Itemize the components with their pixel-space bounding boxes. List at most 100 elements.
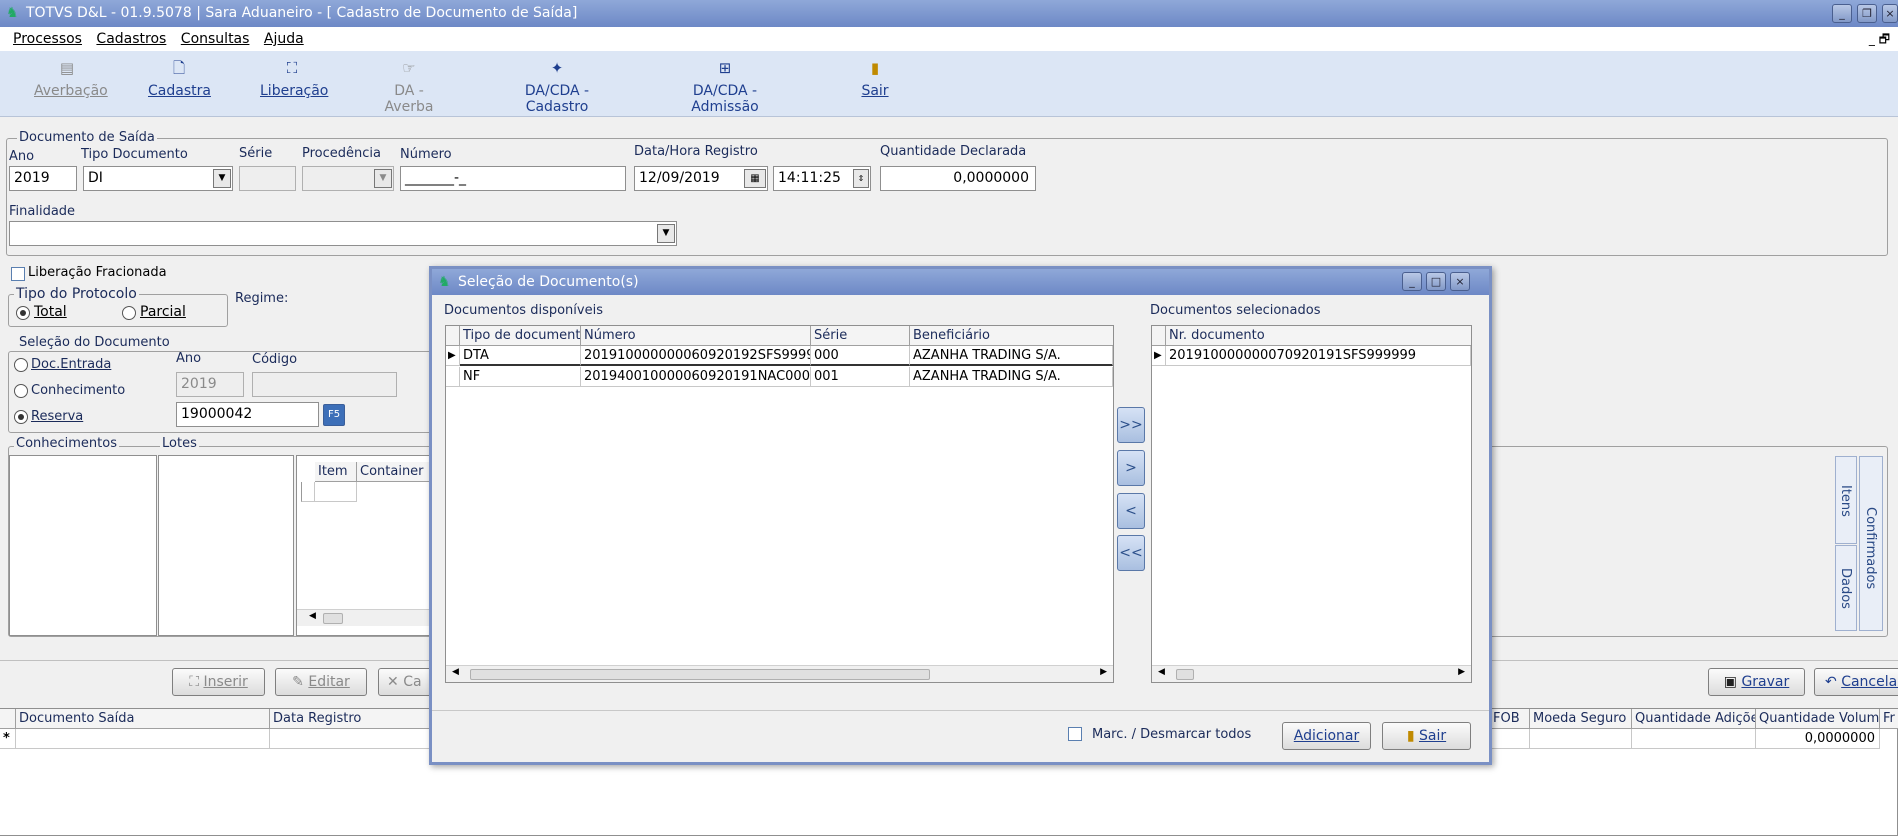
liberacao-fracionada-checkbox[interactable] [11, 267, 25, 281]
selected-row-cell[interactable]: 201910000000070920191SFS999999 [1166, 346, 1471, 366]
menu-ajuda[interactable]: Ajuda [264, 31, 304, 47]
inserir-button[interactable]: ⛶ Inserir [172, 668, 265, 696]
documentos-disponiveis-grid[interactable]: Tipo de documento Número Série Beneficiá… [445, 325, 1114, 683]
fr-header[interactable]: Fr [1880, 709, 1898, 729]
tipo-documento-select[interactable]: DI ▼ [83, 166, 233, 191]
moeda-seguro-cell[interactable] [1530, 729, 1632, 749]
move-all-left-button[interactable]: << [1117, 535, 1145, 571]
tab-confirmados[interactable]: Confirmados [1859, 456, 1883, 631]
menu-cadastros[interactable]: Cadastros [96, 31, 166, 47]
nr-documento-header[interactable]: Nr. documento [1166, 326, 1471, 346]
scroll-thumb[interactable] [1176, 669, 1194, 680]
dialog-minimize-button[interactable]: _ [1402, 272, 1422, 291]
fob-cell[interactable] [1490, 729, 1530, 749]
dacda-admissao-button[interactable]: ⊞ DA/CDA - Admissão [664, 59, 786, 115]
averbacao-button[interactable]: ▤ Averbação [34, 59, 108, 99]
restore-button[interactable]: ❐ [1857, 4, 1877, 23]
total-radio[interactable] [16, 306, 30, 320]
table-row-cell[interactable]: NF [460, 367, 581, 387]
scroll-thumb[interactable] [323, 613, 343, 624]
horizontal-scrollbar[interactable]: ◀ [297, 609, 435, 626]
data-registro-cell[interactable] [270, 729, 430, 749]
quantidade-declarada-input[interactable]: 0,0000000 [880, 166, 1036, 191]
codigo-input[interactable] [252, 372, 397, 397]
selecao-ano-input[interactable]: 2019 [176, 372, 244, 397]
close-button[interactable]: × [1882, 4, 1898, 23]
da-averba-button[interactable]: ☞ DA - Averba [369, 59, 449, 115]
move-all-right-button[interactable]: >> [1117, 407, 1145, 443]
serie-input[interactable] [239, 166, 296, 191]
minimize-button[interactable]: _ [1832, 4, 1852, 23]
calendar-icon[interactable]: ▦ [744, 169, 766, 188]
conhecimentos-list[interactable] [9, 455, 157, 636]
quantidade-volumes-cell[interactable]: 0,0000000 [1756, 729, 1880, 749]
table-row-cell[interactable]: 201910000000060920192SFS999999 [581, 346, 811, 366]
data-registro-header[interactable]: Data Registro [270, 709, 430, 729]
dropdown-arrow-icon[interactable]: ▼ [374, 169, 392, 188]
tipo-documento-header[interactable]: Tipo de documento [460, 326, 581, 346]
dacda-cadastro-button[interactable]: ✦ DA/CDA - Cadastro [496, 59, 618, 115]
adicionar-button[interactable]: Adicionar [1282, 722, 1371, 750]
numero-header[interactable]: Número [581, 326, 811, 346]
spinner-icon[interactable]: ⇕ [853, 169, 869, 188]
documento-saida-header[interactable]: Documento Saída [16, 709, 270, 729]
table-row-cell[interactable]: AZANHA TRADING S/A. [910, 367, 1113, 387]
quantidade-adicoes-header[interactable]: Quantidade Adições [1632, 709, 1756, 729]
quantidade-volumes-header[interactable]: Quantidade Volumes [1756, 709, 1880, 729]
documentos-selecionados-grid[interactable]: Nr. documento ▶ 201910000000070920191SFS… [1151, 325, 1472, 683]
scroll-thumb[interactable] [470, 669, 930, 680]
sair-button[interactable]: ▮ Sair [1382, 722, 1471, 750]
quantidade-adicoes-cell[interactable] [1632, 729, 1756, 749]
table-row-cell[interactable]: AZANHA TRADING S/A. [910, 346, 1113, 366]
data-registro-input[interactable]: 12/09/2019 ▦ [634, 166, 768, 191]
conhecimento-radio[interactable] [14, 384, 28, 398]
dialog-close-button[interactable]: × [1450, 272, 1470, 291]
liberacao-button[interactable]: ⛶ Liberação [260, 59, 328, 99]
scroll-right-icon[interactable]: ▶ [1100, 667, 1107, 677]
reserva-input[interactable]: 19000042 [176, 402, 319, 427]
tab-itens[interactable]: Itens [1835, 456, 1857, 544]
numero-input[interactable]: _______-_ [400, 166, 626, 191]
table-row-cell[interactable]: 001 [811, 367, 910, 387]
table-row-cell[interactable]: 000 [811, 346, 910, 366]
cancelar-button[interactable]: ↶ Cancelar [1814, 668, 1898, 696]
moeda-seguro-header[interactable]: Moeda Seguro [1530, 709, 1632, 729]
documento-saida-cell[interactable] [16, 729, 270, 749]
finalidade-select[interactable]: ▼ [9, 221, 677, 246]
marc-desmarcar-checkbox[interactable] [1068, 727, 1082, 741]
ano-input[interactable]: 2019 [9, 166, 77, 191]
editar-button[interactable]: ✎ Editar [275, 668, 367, 696]
menu-processos[interactable]: Processos [13, 31, 82, 47]
horizontal-scrollbar[interactable]: ◀ ▶ [446, 665, 1113, 682]
parcial-radio[interactable] [122, 306, 136, 320]
itens-grid[interactable]: Item Container ◀ [296, 455, 437, 636]
reserva-radio[interactable] [14, 410, 28, 424]
table-row-cell[interactable]: 201940010000060920191NAC000001 [581, 367, 811, 387]
move-right-button[interactable]: > [1117, 450, 1145, 486]
sair-toolbar-button[interactable]: ▮ Sair [860, 59, 890, 99]
table-row-cell[interactable]: DTA [460, 346, 581, 366]
serie-header[interactable]: Série [811, 326, 910, 346]
scroll-right-icon[interactable]: ▶ [1458, 667, 1465, 677]
menu-consultas[interactable]: Consultas [181, 31, 250, 47]
dialog-maximize-button[interactable]: □ [1426, 272, 1446, 291]
scroll-left-icon[interactable]: ◀ [452, 667, 459, 677]
tab-dados[interactable]: Dados [1835, 545, 1857, 631]
scroll-left-icon[interactable]: ◀ [1158, 667, 1165, 677]
scroll-left-icon[interactable]: ◀ [309, 611, 316, 621]
lotes-list[interactable] [158, 455, 294, 636]
beneficiario-header[interactable]: Beneficiário [910, 326, 1113, 346]
f5-search-button[interactable]: F5 [323, 404, 345, 426]
hora-registro-input[interactable]: 14:11:25 ⇕ [773, 166, 871, 191]
fob-header[interactable]: FOB [1490, 709, 1530, 729]
horizontal-scrollbar[interactable]: ◀ ▶ [1152, 665, 1471, 682]
gravar-button[interactable]: ▣ Gravar [1708, 668, 1805, 696]
cadastra-button[interactable]: 🗋 Cadastra [148, 59, 211, 99]
item-cell[interactable] [315, 482, 357, 502]
move-left-button[interactable]: < [1117, 493, 1145, 529]
dropdown-arrow-icon[interactable]: ▼ [657, 224, 675, 243]
doc-entrada-radio[interactable] [14, 358, 28, 372]
dropdown-arrow-icon[interactable]: ▼ [213, 169, 231, 188]
procedencia-select[interactable]: ▼ [302, 166, 394, 191]
mdi-controls[interactable]: _ 🗗 [1869, 27, 1890, 51]
